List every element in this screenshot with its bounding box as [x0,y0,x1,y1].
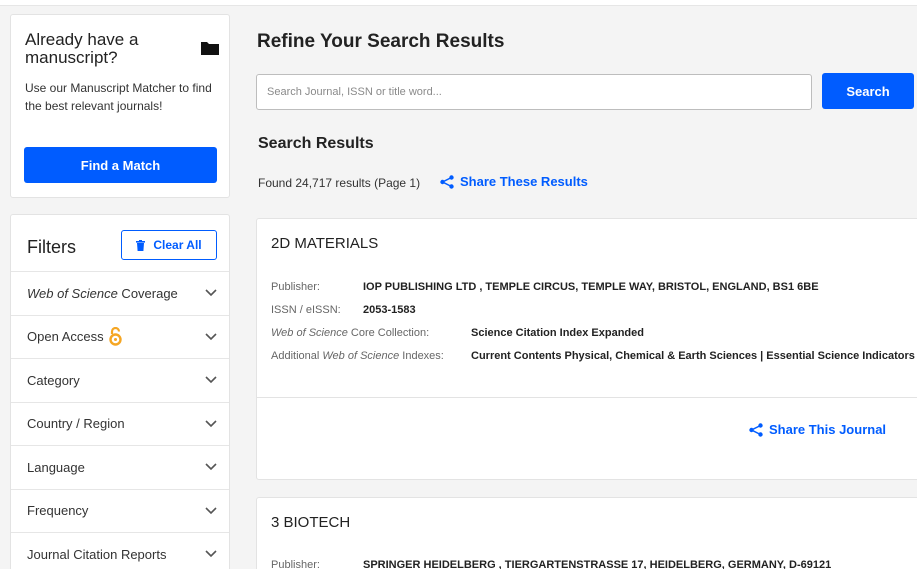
filter-label: Country / Region [27,416,125,432]
filter-journal-citation-reports[interactable]: Journal Citation Reports [11,532,229,569]
open-access-icon [108,327,122,346]
additional-indexes-label: Additional Web of Science Indexes: [271,350,444,362]
divider [257,397,917,398]
filters-panel: Filters Clear All Web of Science Coverag… [10,214,230,569]
core-collection-value: Science Citation Index Expanded [471,327,644,339]
filter-label: Language [27,459,85,475]
journal-publisher-row: Publisher: SPRINGER HEIDELBERG , TIERGAR… [271,559,831,569]
issn-label: ISSN / eISSN: [271,304,341,316]
chevron-down-icon [205,507,217,514]
search-results-heading: Search Results [258,135,374,152]
filter-list: Web of Science Coverage Open Access Cate… [11,271,229,569]
filters-title: Filters [27,237,76,257]
share-icon [440,174,454,189]
matcher-title: Already have a manuscript? [25,30,139,67]
issn-value: 2053-1583 [363,304,416,316]
matcher-description: Use our Manuscript Matcher to find the b… [25,81,212,113]
clear-all-label: Clear All [153,238,202,252]
share-journal-label: Share This Journal [769,422,887,437]
journal-title[interactable]: 2D MATERIALS [271,235,378,252]
find-a-match-button[interactable]: Find a Match [24,147,217,183]
search-input[interactable] [256,74,812,110]
publisher-label: Publisher: [271,281,320,293]
manuscript-matcher-card: Already have a manuscript? Use our Manus… [10,14,230,198]
share-icon [749,422,763,437]
filter-open-access[interactable]: Open Access [11,314,229,359]
filter-frequency[interactable]: Frequency [11,488,229,533]
publisher-value: IOP PUBLISHING LTD , TEMPLE CIRCUS, TEMP… [363,281,819,293]
chevron-down-icon [205,420,217,427]
chevron-down-icon [205,333,217,340]
filters-header: Filters Clear All [11,215,229,271]
journal-card: 2D MATERIALS Publisher: IOP PUBLISHING L… [256,218,917,480]
filter-label: Web of Science Coverage [27,285,178,301]
filter-label: Frequency [27,503,89,519]
publisher-value: SPRINGER HEIDELBERG , TIERGARTENSTRASSE … [363,559,832,569]
core-collection-label: Web of Science Core Collection: [271,327,430,339]
journal-issn-row: ISSN / eISSN: 2053-1583 [271,304,416,316]
filter-wos-coverage[interactable]: Web of Science Coverage [11,271,229,315]
share-results-label: Share These Results [460,174,588,189]
top-bar [0,0,917,6]
chevron-down-icon [205,463,217,471]
filter-language[interactable]: Language [11,445,229,489]
share-results-link[interactable]: Share These Results [440,174,588,189]
clear-all-button[interactable]: Clear All [121,230,217,260]
journal-publisher-row: Publisher: IOP PUBLISHING LTD , TEMPLE C… [271,281,819,293]
folder-icon [201,42,219,55]
filter-label: Journal Citation Reports [27,546,167,562]
journal-additional-indexes-row: Additional Web of Science Indexes: Curre… [271,350,915,362]
journal-card: 3 BIOTECH Publisher: SPRINGER HEIDELBERG… [256,497,917,569]
journal-title[interactable]: 3 BIOTECH [271,514,350,531]
journal-core-collection-row: Web of Science Core Collection: Science … [271,327,644,339]
filter-label: Category [27,372,80,388]
results-count: Found 24,717 results (Page 1) [258,176,421,190]
chevron-down-icon [205,550,217,558]
publisher-label: Publisher: [271,559,320,569]
filter-category[interactable]: Category [11,358,229,402]
filter-label: Open Access [27,327,122,346]
trash-icon [136,239,146,251]
chevron-down-icon [205,376,217,384]
page-title: Refine Your Search Results [257,31,505,52]
share-journal-link[interactable]: Share This Journal [749,422,886,437]
chevron-down-icon [205,289,217,297]
filter-country-region[interactable]: Country / Region [11,401,229,446]
additional-indexes-value: Current Contents Physical, Chemical & Ea… [471,350,915,362]
search-button[interactable]: Search [822,73,914,109]
